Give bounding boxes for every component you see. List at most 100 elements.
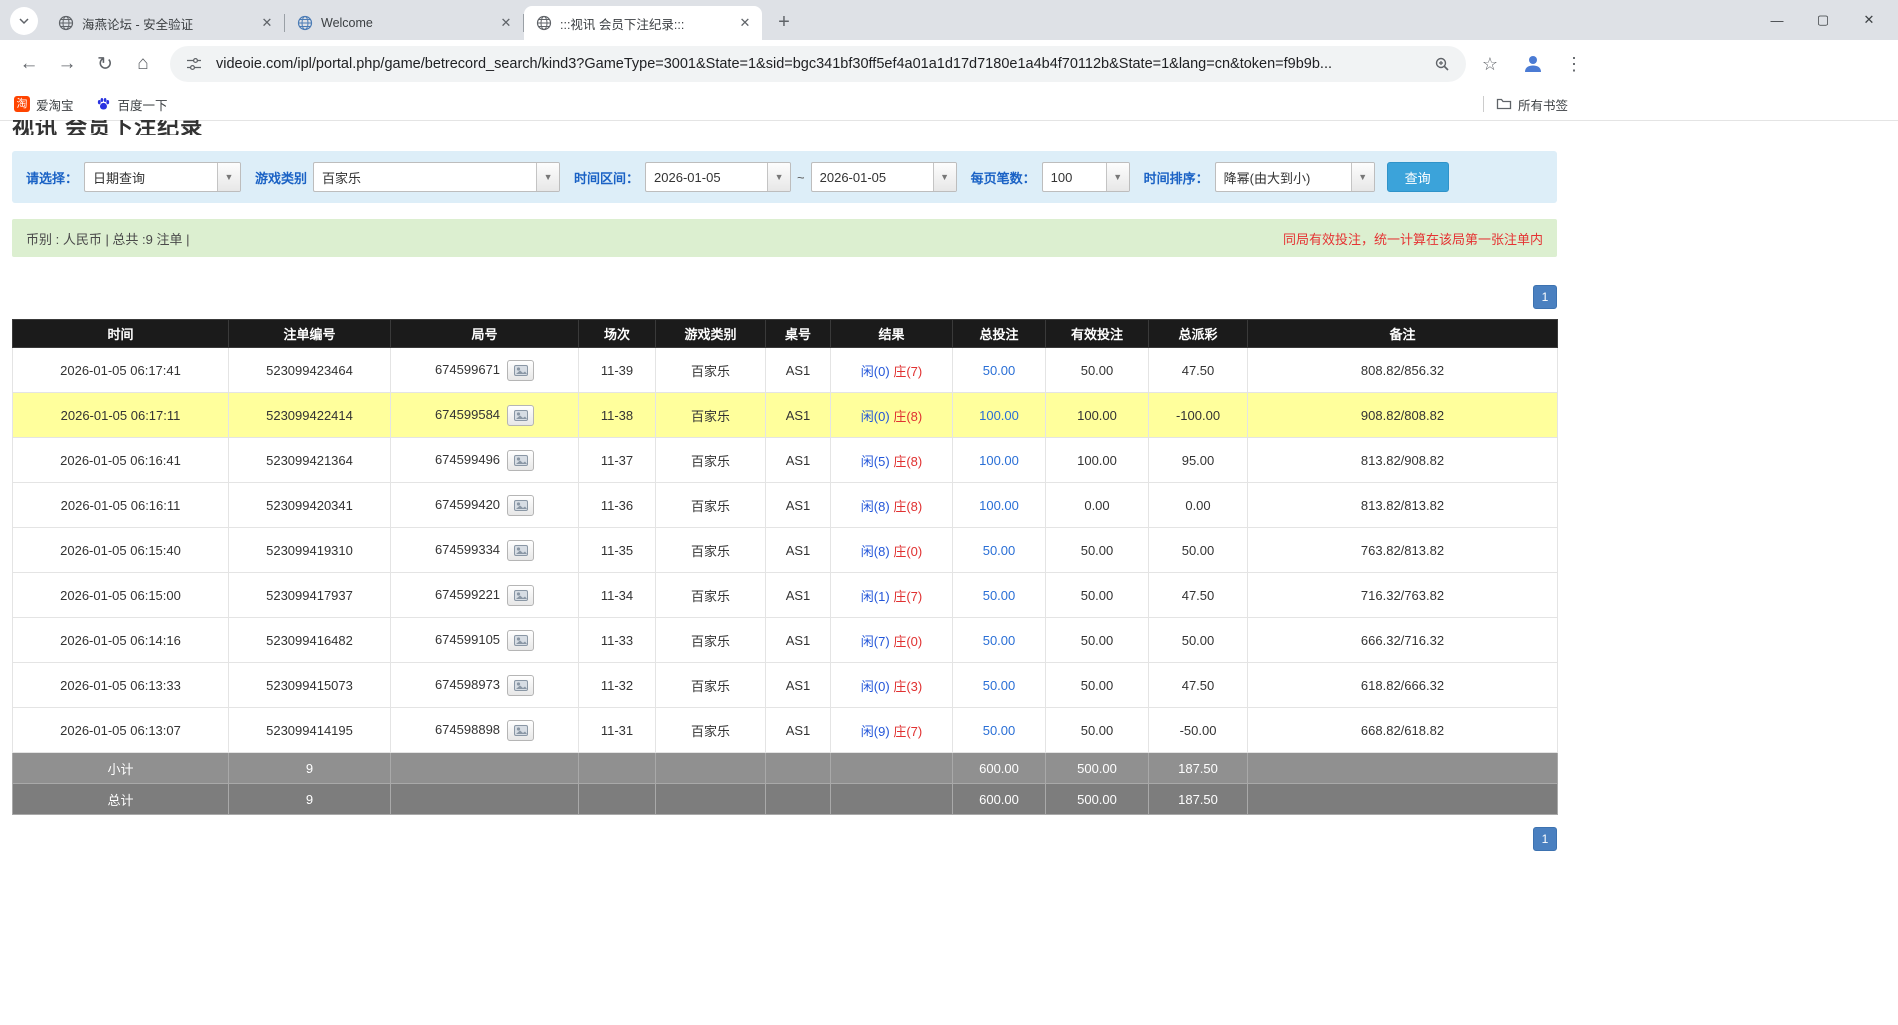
- tab-bet-record-active[interactable]: :::视讯 会员下注纪录::: ✕: [524, 6, 762, 40]
- date-to-input[interactable]: [812, 163, 933, 191]
- window-close-button[interactable]: ✕: [1846, 0, 1892, 40]
- round-video-button[interactable]: [507, 720, 534, 741]
- total-bet-link[interactable]: 50.00: [983, 723, 1016, 738]
- round-number: 674599221: [435, 586, 500, 601]
- result-player: 闲(1): [861, 589, 890, 604]
- round-video-button[interactable]: [507, 360, 534, 381]
- all-bookmarks-label: 所有书签: [1518, 95, 1568, 114]
- round-video-button[interactable]: [507, 630, 534, 651]
- profile-avatar[interactable]: [1518, 49, 1548, 79]
- cell-table-no: AS1: [766, 708, 831, 753]
- cell-time: 2026-01-05 06:17:41: [13, 348, 229, 393]
- cell-round: 674599221: [391, 573, 579, 618]
- total-bet-link[interactable]: 100.00: [979, 498, 1019, 513]
- date-from-select[interactable]: ▼: [645, 162, 791, 192]
- round-video-button[interactable]: [507, 405, 534, 426]
- new-tab-button[interactable]: +: [770, 8, 798, 36]
- search-button[interactable]: 查询: [1387, 162, 1449, 192]
- dropdown-arrow-icon[interactable]: ▼: [1106, 163, 1129, 191]
- cell-time: 2026-01-05 06:15:40: [13, 528, 229, 573]
- cell-time: 2026-01-05 06:13:33: [13, 663, 229, 708]
- cell-session: 11-34: [579, 573, 656, 618]
- total-bet-link[interactable]: 100.00: [979, 408, 1019, 423]
- window-maximize-button[interactable]: ▢: [1800, 0, 1846, 40]
- tab-haiyan-forum[interactable]: 海燕论坛 - 安全验证 ✕: [46, 6, 284, 40]
- query-type-select[interactable]: ▼: [84, 162, 241, 192]
- cell-time: 2026-01-05 06:15:00: [13, 573, 229, 618]
- column-header: 注单编号: [229, 320, 391, 348]
- round-video-button[interactable]: [507, 495, 534, 516]
- site-info-icon[interactable]: [182, 52, 206, 76]
- sort-select[interactable]: ▼: [1215, 162, 1375, 192]
- bookmark-star-icon[interactable]: ☆: [1482, 54, 1498, 75]
- query-type-input[interactable]: [85, 163, 217, 191]
- back-button[interactable]: ←: [12, 47, 46, 81]
- tab-search-button[interactable]: [10, 7, 38, 35]
- page-size-input[interactable]: [1043, 163, 1106, 191]
- cell-valid-bet: 50.00: [1046, 573, 1149, 618]
- game-type-input[interactable]: [314, 163, 536, 191]
- sort-input[interactable]: [1216, 163, 1351, 191]
- total-bet-link[interactable]: 50.00: [983, 543, 1016, 558]
- bookmark-aitaobao[interactable]: 淘 爱淘宝: [14, 95, 74, 114]
- table-row: 2026-01-05 06:17:41523099423464674599671…: [13, 348, 1558, 393]
- round-video-button[interactable]: [507, 675, 534, 696]
- round-video-button[interactable]: [507, 540, 534, 561]
- tab-close-icon[interactable]: ✕: [258, 14, 276, 32]
- round-video-button[interactable]: [507, 450, 534, 471]
- page-number-button[interactable]: 1: [1533, 285, 1557, 309]
- window-minimize-button[interactable]: —: [1754, 0, 1800, 40]
- home-button[interactable]: ⌂: [126, 47, 160, 81]
- address-bar[interactable]: videoie.com/ipl/portal.php/game/betrecor…: [170, 46, 1466, 82]
- cell-game-type: 百家乐: [656, 483, 766, 528]
- date-from-input[interactable]: [646, 163, 767, 191]
- cell-valid-bet: 100.00: [1046, 393, 1149, 438]
- page-size-select[interactable]: ▼: [1042, 162, 1130, 192]
- date-to-select[interactable]: ▼: [811, 162, 957, 192]
- tab-welcome[interactable]: Welcome ✕: [285, 6, 523, 40]
- page-number-button[interactable]: 1: [1533, 827, 1557, 851]
- cell-note: 908.82/808.82: [1248, 393, 1558, 438]
- result-player: 闲(0): [861, 364, 890, 379]
- cell-table-no: AS1: [766, 348, 831, 393]
- result-banker: 庄(0): [893, 634, 922, 649]
- dropdown-arrow-icon[interactable]: ▼: [767, 163, 790, 191]
- table-row: 2026-01-05 06:15:00523099417937674599221…: [13, 573, 1558, 618]
- round-video-button[interactable]: [507, 585, 534, 606]
- bookmarks-divider: [1483, 96, 1484, 112]
- page-size-label: 每页笔数：: [971, 168, 1036, 187]
- table-row: 2026-01-05 06:16:11523099420341674599420…: [13, 483, 1558, 528]
- total-bet-link[interactable]: 50.00: [983, 588, 1016, 603]
- total-row-cell: [579, 784, 656, 815]
- dropdown-arrow-icon[interactable]: ▼: [536, 163, 559, 191]
- zoom-indicator-icon[interactable]: [1430, 52, 1454, 76]
- cell-note: 618.82/666.32: [1248, 663, 1558, 708]
- round-detail-icon: [514, 455, 528, 466]
- bookmark-label: 爱淘宝: [36, 95, 74, 114]
- cell-total-bet: 50.00: [953, 663, 1046, 708]
- cell-payout: 50.00: [1149, 528, 1248, 573]
- forward-button[interactable]: →: [50, 47, 84, 81]
- total-bet-link[interactable]: 100.00: [979, 453, 1019, 468]
- dropdown-arrow-icon[interactable]: ▼: [217, 163, 240, 191]
- reload-button[interactable]: ↻: [88, 47, 122, 81]
- browser-menu-icon[interactable]: ⋮: [1562, 54, 1586, 75]
- total-bet-link[interactable]: 50.00: [983, 678, 1016, 693]
- chevron-down-icon: [18, 15, 30, 27]
- total-bet-link[interactable]: 50.00: [983, 363, 1016, 378]
- url-text: videoie.com/ipl/portal.php/game/betrecor…: [216, 56, 1430, 72]
- currency-summary-text: 币别 : 人民币 | 总共 :9 注单 |: [26, 229, 190, 248]
- dropdown-arrow-icon[interactable]: ▼: [1351, 163, 1374, 191]
- cell-total-bet: 100.00: [953, 483, 1046, 528]
- tab-close-icon[interactable]: ✕: [497, 14, 515, 32]
- tab-close-icon[interactable]: ✕: [736, 14, 754, 32]
- cell-table-no: AS1: [766, 438, 831, 483]
- bookmark-baidu[interactable]: 百度一下: [96, 95, 168, 114]
- dropdown-arrow-icon[interactable]: ▼: [933, 163, 956, 191]
- game-type-select[interactable]: ▼: [313, 162, 560, 192]
- column-header: 桌号: [766, 320, 831, 348]
- total-row-cell: [766, 784, 831, 815]
- all-bookmarks-button[interactable]: 所有书签: [1496, 95, 1568, 114]
- total-bet-link[interactable]: 50.00: [983, 633, 1016, 648]
- cell-bet-id: 523099419310: [229, 528, 391, 573]
